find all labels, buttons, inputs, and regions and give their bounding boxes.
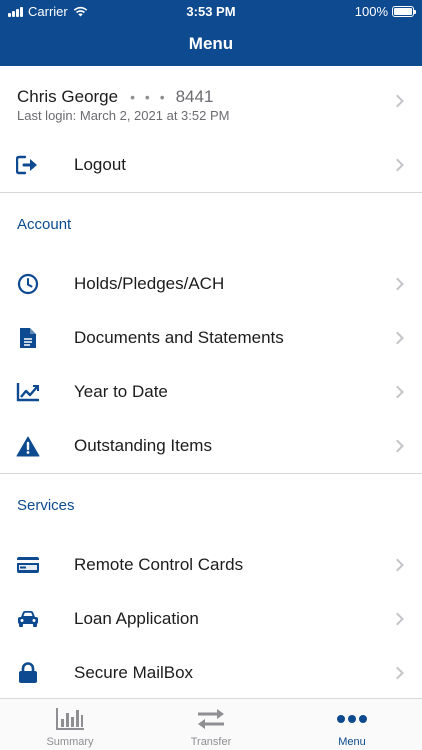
menu-item-secure-mailbox[interactable]: Secure MailBox [0, 646, 422, 698]
chevron-right-icon [391, 94, 404, 108]
car-icon [16, 608, 40, 630]
chevron-right-icon [391, 666, 404, 680]
last-login-text: Last login: March 2, 2021 at 3:52 PM [17, 108, 230, 123]
user-info: Chris George • • • 8441 [17, 87, 213, 107]
menu-item-label: Remote Control Cards [74, 555, 244, 574]
logout-icon [16, 154, 40, 176]
chevron-right-icon [391, 558, 404, 572]
document-icon [16, 327, 40, 349]
section-header-services: Services [17, 497, 75, 514]
menu-item-label: Year to Date [74, 382, 168, 401]
menu-item-label: Secure MailBox [74, 663, 194, 682]
divider [0, 192, 422, 193]
menu-item-documents-statements[interactable]: Documents and Statements [0, 311, 422, 365]
bar-chart-icon [55, 707, 85, 731]
menu-item-remote-control-cards[interactable]: Remote Control Cards [0, 538, 422, 592]
account-number: 8441 [175, 87, 214, 106]
battery-percent: 100% [354, 4, 388, 19]
clock-icon [16, 273, 40, 295]
tab-label: Menu [338, 736, 366, 748]
chevron-right-icon [391, 385, 404, 399]
account-mask: • • • [130, 89, 168, 105]
lock-icon [16, 662, 40, 684]
user-account-row[interactable]: Chris George • • • 8441 Last login: Marc… [0, 66, 422, 136]
page-title: Menu [188, 34, 234, 53]
tab-transfer[interactable]: Transfer [141, 699, 281, 750]
warning-icon [16, 435, 40, 457]
menu-item-holds-pledges-ach[interactable]: Holds/Pledges/ACH [0, 257, 422, 311]
tab-summary[interactable]: Summary [0, 699, 140, 750]
chevron-right-icon [391, 158, 404, 172]
more-dots-icon [336, 707, 368, 731]
section-header-account: Account [17, 216, 72, 233]
tab-bar: Summary Transfer Menu [0, 698, 422, 750]
chevron-right-icon [391, 331, 404, 345]
menu-item-label: Documents and Statements [74, 328, 284, 347]
navigation-bar: Carrier 3:53 PM 100% Menu [0, 0, 422, 66]
tab-label: Transfer [190, 736, 232, 748]
chevron-right-icon [391, 277, 404, 291]
menu-item-outstanding-items[interactable]: Outstanding Items [0, 419, 422, 473]
chevron-right-icon [391, 612, 404, 626]
menu-item-year-to-date[interactable]: Year to Date [0, 365, 422, 419]
chevron-right-icon [391, 439, 404, 453]
menu-list: Chris George • • • 8441 Last login: Marc… [0, 66, 422, 698]
user-name: Chris George [17, 87, 119, 106]
menu-item-label: Outstanding Items [74, 436, 212, 455]
chart-icon [16, 381, 40, 403]
menu-item-loan-application[interactable]: Loan Application [0, 592, 422, 646]
transfer-arrows-icon [195, 707, 227, 731]
credit-card-icon [16, 554, 40, 576]
menu-item-label: Holds/Pledges/ACH [74, 274, 225, 293]
menu-item-label: Loan Application [74, 609, 199, 628]
tab-label: Summary [46, 736, 94, 748]
logout-row[interactable]: Logout [0, 138, 422, 192]
battery-icon [392, 6, 416, 17]
tab-menu[interactable]: Menu [282, 699, 422, 750]
status-bar: Carrier 3:53 PM 100% [0, 0, 422, 22]
logout-label: Logout [74, 155, 126, 174]
divider [0, 473, 422, 474]
status-right: 100% [354, 4, 416, 19]
